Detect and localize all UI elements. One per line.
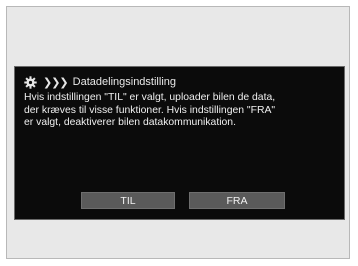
gear-icon (24, 75, 37, 89)
message-line: er valgt, deaktiverer bilen datakommunik… (24, 117, 236, 129)
screen-frame: ❯❯❯ Datadelingsindstilling Hvis indstill… (6, 6, 350, 259)
til-button-label: TIL (120, 194, 136, 207)
breadcrumb-chevrons-icon: ❯❯❯ (43, 75, 69, 89)
fra-button-label: FRA (226, 194, 248, 207)
til-button[interactable]: TIL (81, 192, 175, 209)
message-line: Hvis indstillingen "TIL" er valgt, uploa… (24, 92, 276, 103)
data-sharing-dialog: ❯❯❯ Datadelingsindstilling Hvis indstill… (14, 66, 345, 220)
dialog-header: ❯❯❯ Datadelingsindstilling (24, 75, 176, 89)
fra-button[interactable]: FRA (189, 192, 285, 209)
dialog-message: Hvis indstillingen "TIL" er valgt, uploa… (24, 92, 336, 130)
dialog-title: Datadelingsindstilling (72, 76, 176, 88)
message-line: der kræves til visse funktioner. Hvis in… (24, 104, 276, 116)
